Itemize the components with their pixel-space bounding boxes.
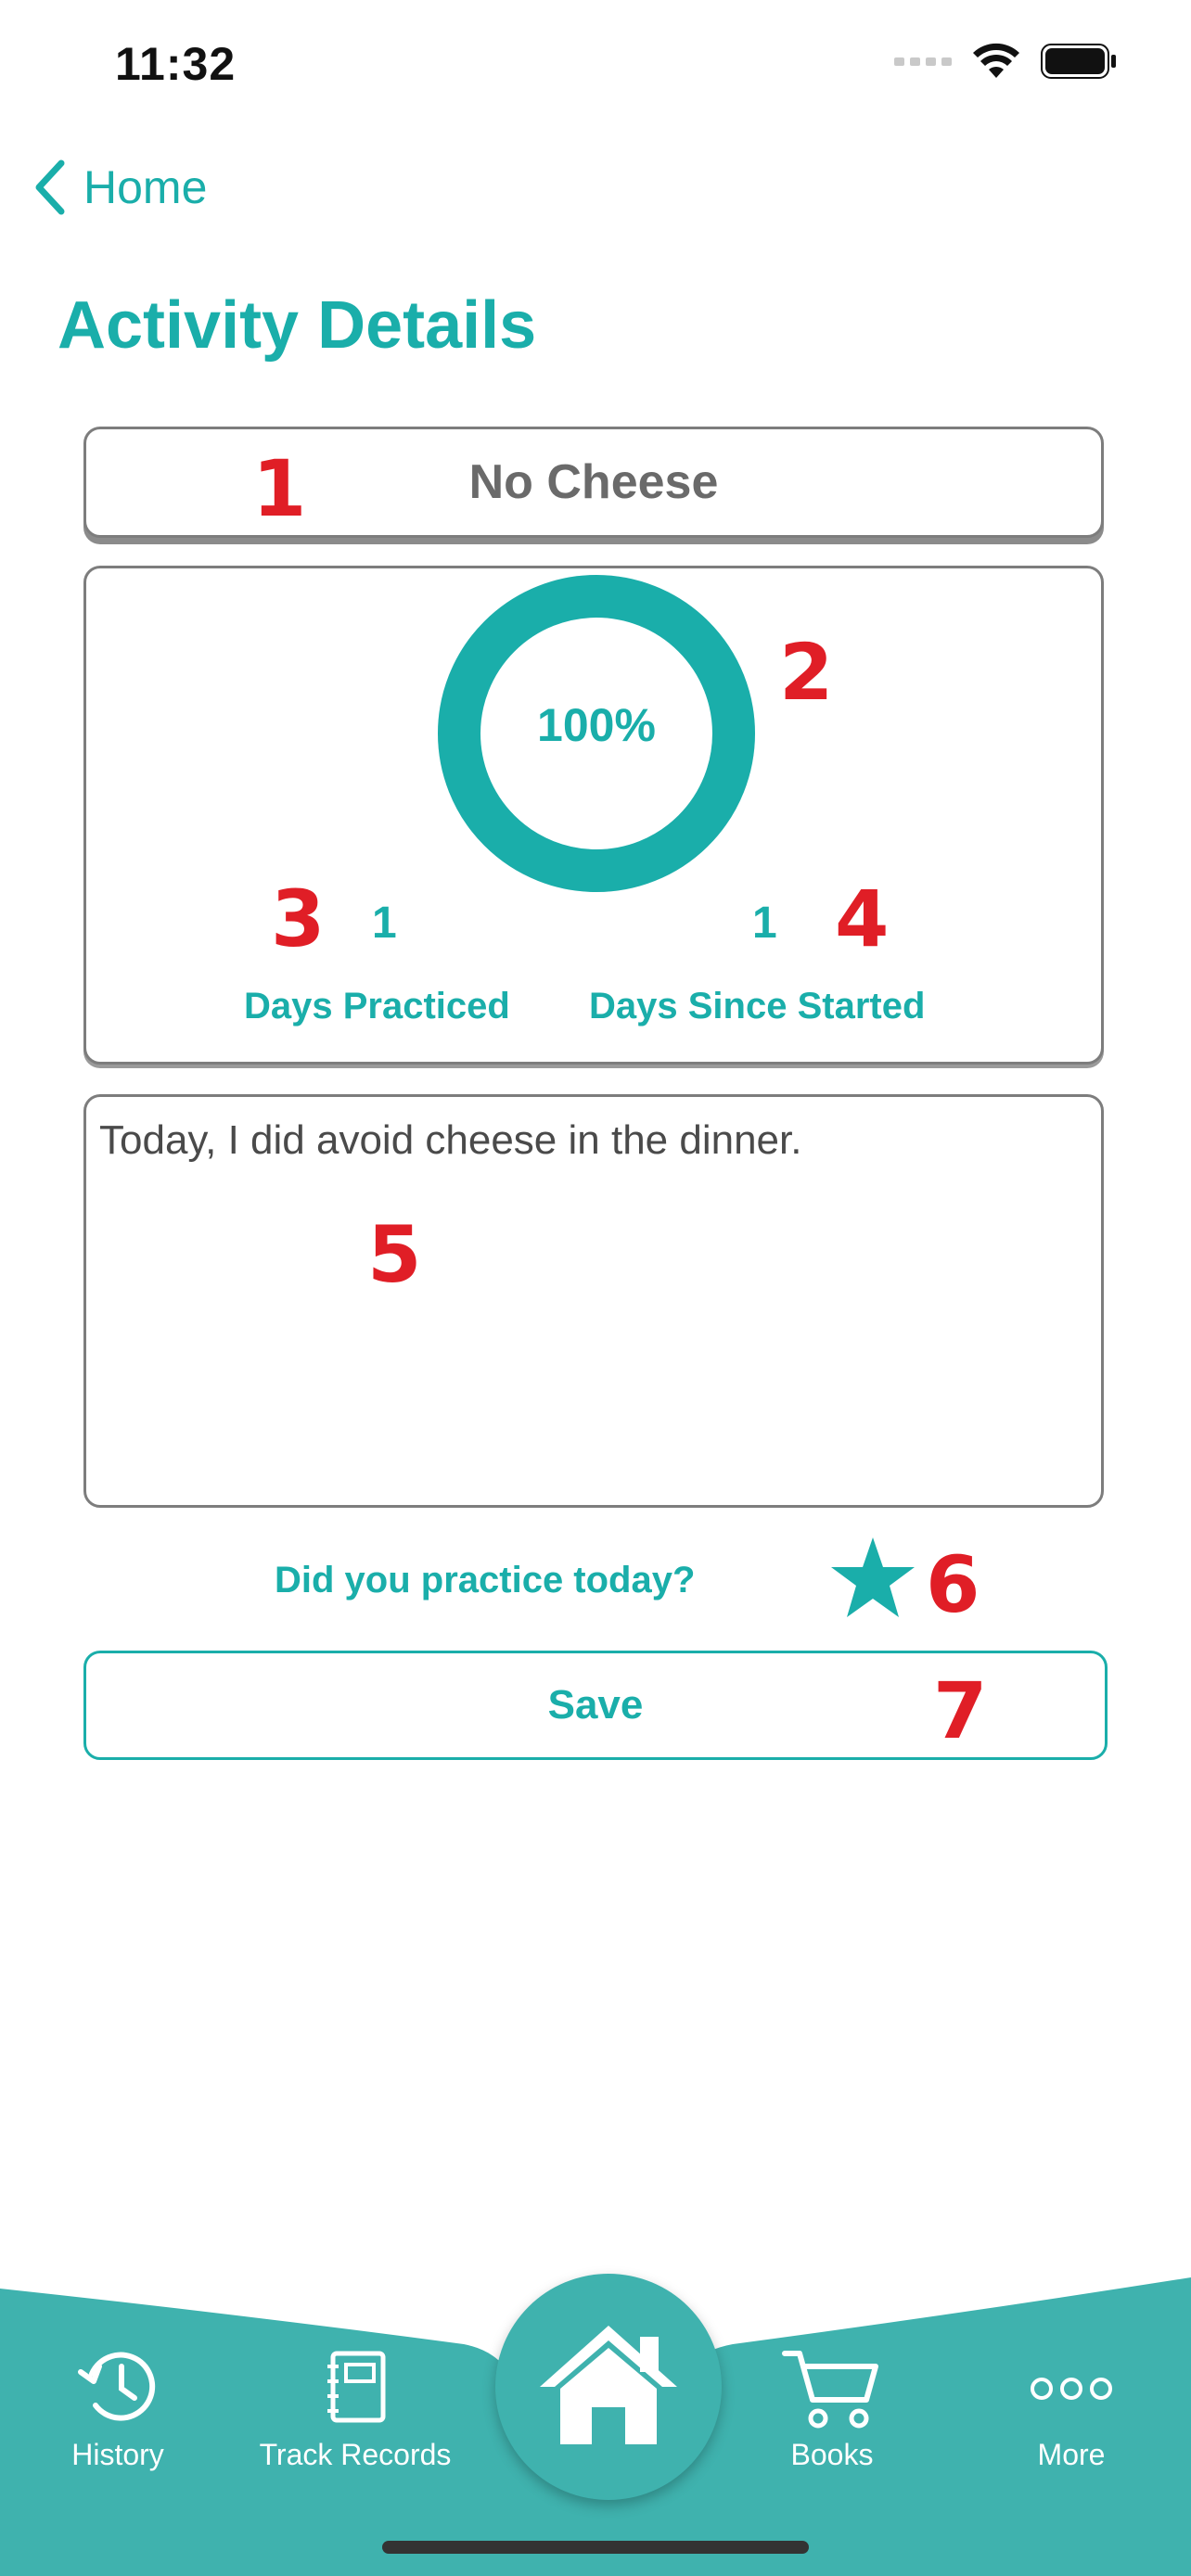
house-icon: [540, 2326, 677, 2444]
practice-question: Did you practice today?: [275, 1560, 696, 1600]
home-tab-button[interactable]: [495, 2274, 722, 2500]
shopping-cart-icon: [782, 2351, 878, 2429]
battery-icon: [1041, 44, 1116, 79]
tab-track-records[interactable]: Track Records: [249, 2346, 462, 2472]
home-indicator: [382, 2541, 809, 2554]
days-since-started-value: 1: [752, 899, 777, 948]
notebook-icon: [327, 2351, 386, 2423]
tab-history[interactable]: History: [11, 2346, 224, 2472]
activity-name: No Cheese: [468, 455, 719, 509]
annotation-2: 2: [779, 627, 834, 718]
notes-text: Today, I did avoid cheese in the dinner.: [99, 1117, 802, 1163]
page-title: Activity Details: [58, 288, 537, 363]
more-dots-icon: [1031, 2378, 1112, 2400]
annotation-6: 6: [926, 1539, 980, 1630]
days-practiced-label: Days Practiced: [244, 986, 510, 1027]
progress-card: 100% 1 Days Practiced 1 Days Since Start…: [83, 566, 1104, 1065]
tab-more[interactable]: More: [965, 2346, 1178, 2472]
tab-books[interactable]: Books: [725, 2346, 939, 2472]
chevron-left-icon: [35, 159, 65, 215]
save-label: Save: [547, 1682, 644, 1728]
activity-name-card: No Cheese: [83, 427, 1104, 538]
tab-track-records-label: Track Records: [259, 2438, 452, 2471]
status-time: 11:32: [115, 38, 237, 90]
history-icon: [78, 2352, 156, 2421]
status-icons: [894, 43, 1117, 80]
wifi-icon: [973, 43, 1019, 78]
progress-percent: 100%: [537, 699, 656, 751]
days-practiced-value: 1: [372, 899, 397, 948]
annotation-1: 1: [252, 443, 307, 534]
annotation-3: 3: [271, 874, 326, 964]
annotation-5: 5: [367, 1209, 422, 1300]
tab-more-label: More: [1037, 2438, 1106, 2471]
notes-textarea[interactable]: Today, I did avoid cheese in the dinner.: [83, 1094, 1104, 1508]
tab-history-label: History: [71, 2438, 164, 2471]
days-since-started-label: Days Since Started: [589, 986, 926, 1027]
tab-books-label: Books: [790, 2438, 874, 2471]
annotation-7: 7: [933, 1665, 988, 1756]
annotation-4: 4: [835, 874, 890, 964]
back-label: Home: [83, 161, 208, 213]
back-button[interactable]: Home: [33, 159, 207, 215]
star-icon[interactable]: [829, 1536, 916, 1619]
signal-icon: [894, 57, 952, 66]
